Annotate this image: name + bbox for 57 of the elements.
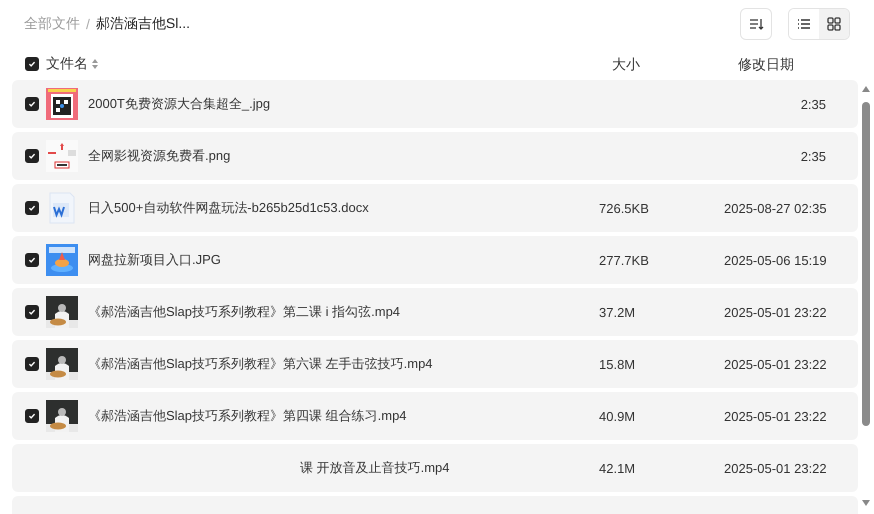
file-size: 277.7KB	[599, 252, 649, 268]
file-name: 《郝浩涵吉他Slap技巧系列教程》第六课 左手击弦技巧.mp4	[88, 356, 433, 371]
file-row[interactable]: 《郝浩涵吉他Slap技巧系列教程》第二课 i 指勾弦.mp4 37.2M 2025-05-01 23:22	[12, 288, 858, 336]
view-mode-button[interactable]	[819, 9, 849, 39]
checkbox[interactable]	[25, 305, 39, 319]
breadcrumb-link[interactable]: 郝浩涵吉他Sl...	[96, 15, 190, 33]
checkbox[interactable]	[25, 357, 39, 371]
file-size: 42.1M	[599, 460, 636, 476]
checkbox[interactable]	[25, 409, 39, 423]
file-size: 15.8M	[599, 356, 636, 372]
file-name: 课 开放音及止音技巧.mp4	[300, 460, 450, 475]
sort-icon	[748, 16, 764, 32]
sort-icon[interactable]	[92, 59, 98, 69]
modified-date: 2025-05-01 23:22	[724, 460, 827, 476]
promo-image-thumbnail	[46, 244, 78, 276]
scrollbar-thumb[interactable]	[862, 102, 870, 426]
file-size: 40.9M	[599, 408, 636, 424]
modified-date: 2025-05-01 23:22	[724, 408, 827, 424]
file-row[interactable]: 课 开放音及止音技巧.mp4 42.1M 2025-05-01 23:22	[12, 444, 858, 492]
breadcrumb-separator: /	[86, 16, 90, 32]
modified-date: 2025-05-01 23:22	[724, 304, 827, 320]
poster-thumbnail	[46, 140, 78, 172]
checkbox[interactable]	[25, 149, 39, 163]
video-thumbnail	[46, 400, 78, 432]
file-name: 《郝浩涵吉他Slap技巧系列教程》第二课 i 指勾弦.mp4	[88, 304, 400, 319]
file-row[interactable]: 网盘拉新项目入口.JPG 277.7KB 2025-05-06 15:19	[12, 236, 858, 284]
video-thumbnail	[46, 296, 78, 328]
file-row[interactable]: 2000T免费资源大合集超全_.jpg 2:35	[12, 80, 858, 128]
grid-icon	[826, 16, 842, 32]
file-name: 日入500+自动软件网盘玩法-b265b25d1c53.docx	[88, 200, 369, 215]
checkbox[interactable]	[25, 97, 39, 111]
file-name: 全网影视资源免费看.png	[88, 148, 230, 163]
file-size: 37.2M	[599, 304, 636, 320]
sort-button[interactable]	[740, 8, 772, 40]
file-row[interactable]: 《郝浩涵吉他Slap技巧系列教程》第四课 组合练习.mp4 40.9M 2025-05-01 23:22	[12, 392, 858, 440]
checkbox[interactable]	[25, 253, 39, 267]
checkbox[interactable]	[25, 57, 39, 71]
column-header[interactable]: 修改日期	[738, 56, 794, 74]
file-name: 网盘拉新项目入口.JPG	[88, 252, 221, 267]
file-name: 《郝浩涵吉他Slap技巧系列教程》第四课 组合练习.mp4	[88, 408, 407, 423]
modified-date: 2:35	[800, 148, 826, 164]
file-row[interactable]: 全网影视资源免费看.png 2:35	[12, 132, 858, 180]
scroll-down-icon[interactable]	[862, 500, 870, 506]
modified-date: 2025-05-06 15:19	[724, 252, 827, 268]
modified-date: 2025-05-01 23:22	[724, 356, 827, 372]
column-header[interactable]: 大小	[612, 56, 640, 74]
modified-date: 2025-08-27 02:35	[724, 200, 827, 216]
file-row[interactable]: 日入500+自动软件网盘玩法-b265b25d1c53.docx 726.5KB 2025-08-27 02:35	[12, 184, 858, 232]
qr-image-thumbnail	[46, 88, 78, 120]
file-size: 726.5KB	[599, 200, 649, 216]
video-thumbnail	[46, 348, 78, 380]
modified-date: 2:35	[800, 96, 826, 112]
file-row[interactable]: 《郝浩涵吉他Slap技巧系列教程》第六课 左手击弦技巧.mp4 15.8M 2025-05-01 23:22	[12, 340, 858, 388]
file-name: 2000T免费资源大合集超全_.jpg	[88, 96, 270, 111]
column-header[interactable]: 文件名	[46, 55, 88, 73]
checkbox[interactable]	[25, 201, 39, 215]
scroll-up-icon[interactable]	[862, 86, 870, 92]
